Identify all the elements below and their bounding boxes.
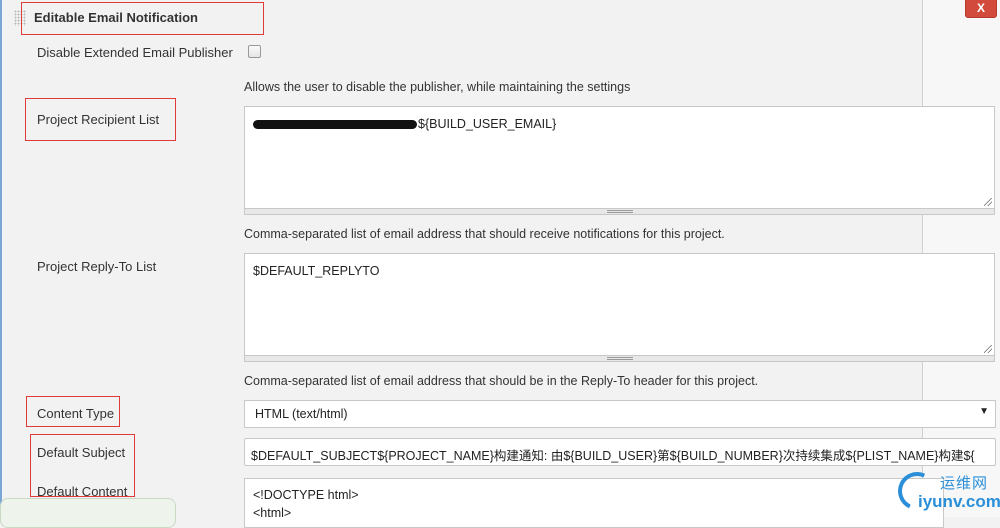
recipient-list-resizer[interactable] xyxy=(244,209,995,215)
reply-to-list-resizer[interactable] xyxy=(244,356,995,362)
recipient-list-textarea[interactable]: ${BUILD_USER_EMAIL} xyxy=(244,106,995,209)
content-type-selected: HTML (text/html) xyxy=(255,407,348,421)
reply-to-list-help: Comma-separated list of email address th… xyxy=(244,374,759,388)
content-type-select[interactable]: HTML (text/html) ▼ xyxy=(244,400,996,428)
reply-to-list-value: $DEFAULT_REPLYTO xyxy=(253,264,380,278)
reply-to-list-textarea[interactable]: $DEFAULT_REPLYTO xyxy=(244,253,995,356)
highlight-box-recipient xyxy=(25,98,176,141)
redacted-email xyxy=(253,120,417,130)
resize-handle-icon xyxy=(607,357,633,360)
delete-section-button[interactable]: X xyxy=(965,0,997,18)
watermark-cn: 运维网 xyxy=(940,475,989,492)
resize-handle-icon xyxy=(607,210,633,213)
default-subject-input[interactable]: $DEFAULT_SUBJECT${PROJECT_NAME}构建通知: 由${… xyxy=(244,438,996,466)
watermark-en: iyunv.com xyxy=(918,492,1000,511)
disable-publisher-help: Allows the user to disable the publisher… xyxy=(244,80,631,94)
disable-publisher-checkbox[interactable] xyxy=(248,45,261,58)
resize-grip-icon[interactable] xyxy=(984,198,992,206)
notification-bubble xyxy=(0,498,176,528)
highlight-box-title xyxy=(21,2,264,35)
resize-grip-icon[interactable] xyxy=(984,345,992,353)
default-content-textarea[interactable]: <!DOCTYPE html> <html> xyxy=(244,478,944,528)
highlight-box-content-type xyxy=(26,396,120,427)
recipient-list-help: Comma-separated list of email address th… xyxy=(244,227,725,241)
recipient-list-value: ${BUILD_USER_EMAIL} xyxy=(418,117,557,131)
dropdown-arrow-icon: ▼ xyxy=(979,406,989,417)
default-content-label: Default Content xyxy=(37,484,128,499)
watermark-logo: 运维网 iyunv.com xyxy=(892,466,1000,517)
left-border xyxy=(0,0,2,517)
reply-to-list-label: Project Reply-To List xyxy=(37,259,157,274)
disable-publisher-label: Disable Extended Email Publisher xyxy=(37,45,233,60)
